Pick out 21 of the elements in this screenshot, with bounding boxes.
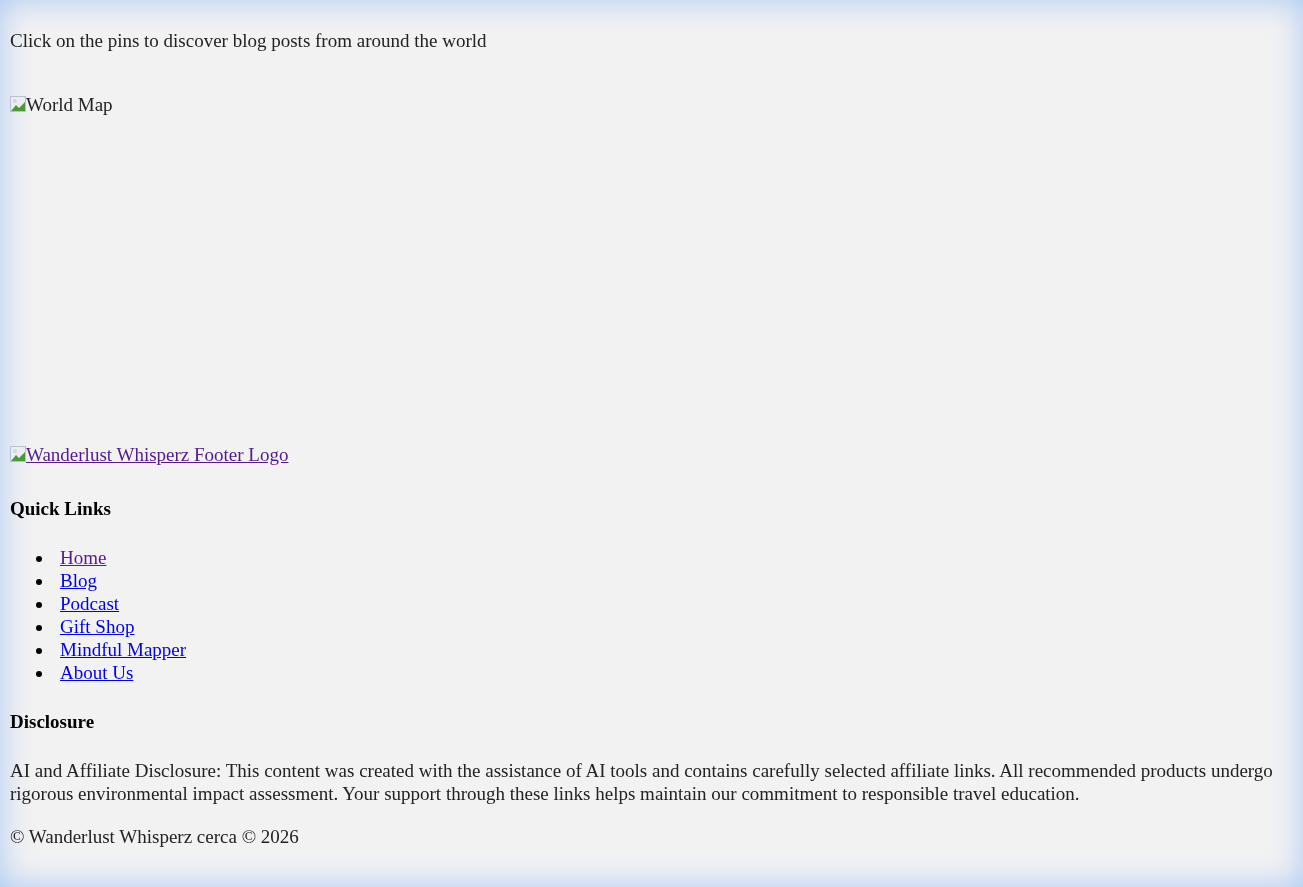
quick-link[interactable]: About Us [60, 660, 134, 684]
bullet-icon [36, 578, 42, 585]
quick-link[interactable]: Home [60, 545, 107, 569]
quick-link[interactable]: Mindful Mapper [60, 637, 187, 661]
bullet-icon [36, 670, 42, 677]
disclosure-text: AI and Affiliate Disclosure: This content was created with the assistance of AI tools and contains carefully selected affiliate links. All recommended products undergo rigorous environmental impact assessment. Your support through these links helps maintain our commitment to responsible travel education. [10, 758, 1274, 805]
bullet-icon [36, 555, 42, 562]
disclosure-heading: Disclosure [10, 709, 96, 733]
quick-link[interactable]: Gift Shop [60, 614, 135, 638]
footer-logo-link[interactable]: Wanderlust Whisperz Footer Logo [10, 442, 289, 466]
quick-link[interactable]: Podcast [60, 591, 120, 615]
bullet-icon [36, 647, 42, 654]
bullet-icon [36, 624, 42, 631]
quick-links-heading: Quick Links [10, 496, 112, 520]
intro-text: Click on the pins to discover blog posts from around the world [10, 29, 488, 52]
broken-image-icon [10, 96, 26, 112]
bullet-icon [36, 601, 42, 608]
copyright-text: © Wanderlust Whisperz cerca © 2026 [10, 824, 300, 848]
broken-image-icon [10, 446, 26, 462]
world-map-image: World Map [10, 92, 113, 116]
quick-link[interactable]: Blog [60, 568, 97, 592]
